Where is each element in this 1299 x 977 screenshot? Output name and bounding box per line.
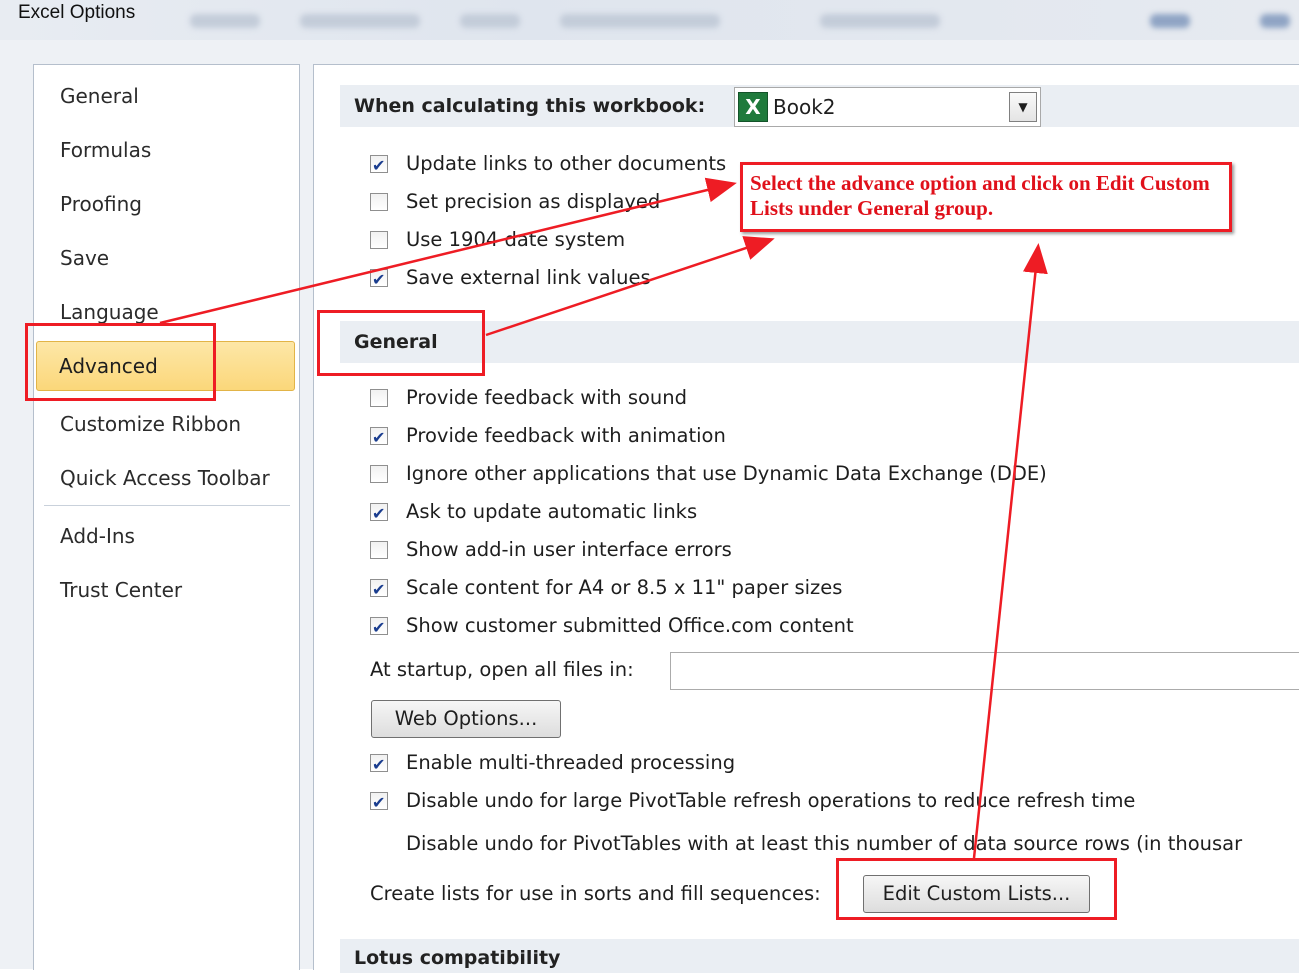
nav-item-trust-center[interactable]: Trust Center [36,567,295,613]
annotation-callout: Select the advance option and click on E… [740,162,1232,232]
checkbox[interactable] [370,750,388,780]
option-feedback-animation[interactable]: Provide feedback with animation [370,421,726,453]
nav-divider [44,505,290,506]
option-set-precision[interactable]: Set precision as displayed [370,187,660,217]
nav-item-quick-access-toolbar[interactable]: Quick Access Toolbar [36,455,295,501]
options-nav: General Formulas Proofing Save Language … [33,64,300,970]
checkbox[interactable] [370,575,388,605]
checkbox[interactable] [370,499,388,529]
workbook-label: When calculating this workbook: [354,95,706,117]
checkbox[interactable] [370,265,388,295]
checkbox[interactable] [370,389,388,407]
checkbox[interactable] [370,151,388,181]
option-label: Update links to other documents [406,152,727,175]
checkbox[interactable] [370,541,388,559]
option-save-external-links[interactable]: Save external link values [370,263,651,295]
ribbon-blur [560,14,720,28]
nav-item-proofing[interactable]: Proofing [36,181,295,227]
window-title: Excel Options [18,2,136,23]
highlight-edit-custom-lists-box [836,858,1117,920]
ribbon-blur [1150,14,1190,28]
option-addin-errors[interactable]: Show add-in user interface errors [370,535,732,565]
excel-workbook-icon: X [738,92,768,122]
option-label: Set precision as displayed [406,190,661,213]
option-label: Ask to update automatic links [406,500,698,523]
nav-item-save[interactable]: Save [36,235,295,281]
option-label: Ignore other applications that use Dynam… [406,462,1047,485]
option-label: Save external link values [406,266,651,289]
custom-lists-label: Create lists for use in sorts and fill s… [370,882,821,905]
ribbon-blur [300,14,420,28]
option-label: Disable undo for large PivotTable refres… [406,789,1136,812]
title-bar: Excel Options [0,0,1299,40]
workbook-value: Book2 [773,95,836,119]
ribbon-blur [820,14,940,28]
option-disable-undo-pivot[interactable]: Disable undo for large PivotTable refres… [370,786,1136,818]
option-update-automatic-links[interactable]: Ask to update automatic links [370,497,698,529]
checkbox[interactable] [370,465,388,483]
highlight-advanced-box [25,323,216,401]
option-officecom-content[interactable]: Show customer submitted Office.com conte… [370,611,854,643]
checkbox[interactable] [370,788,388,818]
highlight-general-box [317,310,485,376]
option-label: Scale content for A4 or 8.5 x 11" paper … [406,576,843,599]
workbook-dropdown[interactable]: X Book2 ▼ [734,87,1041,127]
web-options-button[interactable]: Web Options... [371,700,561,738]
option-label: Show add-in user interface errors [406,538,732,561]
option-label: Provide feedback with animation [406,424,726,447]
option-multithreaded[interactable]: Enable multi-threaded processing [370,748,736,780]
pivot-rows-label: Disable undo for PivotTables with at lea… [406,832,1243,855]
checkbox[interactable] [370,193,388,211]
checkbox[interactable] [370,613,388,643]
nav-item-formulas[interactable]: Formulas [36,127,295,173]
startup-label: At startup, open all files in: [370,658,634,681]
ribbon-blur [460,14,520,28]
option-label: Show customer submitted Office.com conte… [406,614,854,637]
option-label: Provide feedback with sound [406,386,687,409]
dropdown-arrow-icon[interactable]: ▼ [1009,92,1037,122]
checkbox[interactable] [370,423,388,453]
nav-item-general[interactable]: General [36,73,295,119]
checkbox[interactable] [370,231,388,249]
option-feedback-sound[interactable]: Provide feedback with sound [370,383,687,413]
option-1904-date[interactable]: Use 1904 date system [370,225,625,255]
option-label: Use 1904 date system [406,228,626,251]
lotus-section-header: Lotus compatibility [340,939,1299,973]
option-ignore-dde[interactable]: Ignore other applications that use Dynam… [370,459,1047,489]
nav-item-customize-ribbon[interactable]: Customize Ribbon [36,401,295,447]
ribbon-blur [190,14,260,28]
option-label: Enable multi-threaded processing [406,751,736,774]
option-update-links[interactable]: Update links to other documents [370,149,727,181]
ribbon-blur [1260,14,1290,28]
option-scale-content[interactable]: Scale content for A4 or 8.5 x 11" paper … [370,573,843,605]
nav-item-add-ins[interactable]: Add-Ins [36,513,295,559]
startup-folder-input[interactable] [670,652,1299,690]
